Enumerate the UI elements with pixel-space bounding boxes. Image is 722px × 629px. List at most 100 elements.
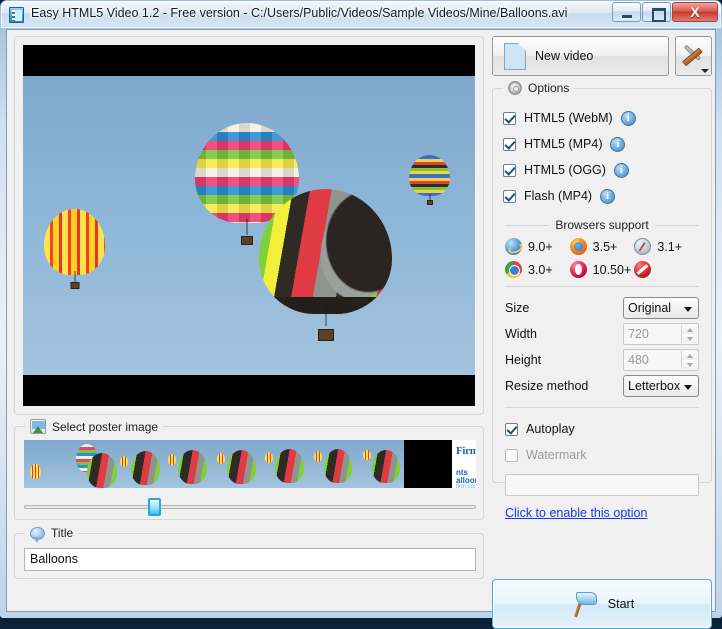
client-area: Select poster image (6, 29, 716, 612)
option-label-ogg: HTML5 (OGG) (524, 163, 606, 177)
browser-row: 3.0+ 10.50+ (505, 261, 699, 278)
info-icon-flash[interactable]: i (600, 189, 615, 204)
options-group-legend: Options (503, 81, 574, 95)
close-button[interactable]: X (672, 2, 718, 22)
document-icon (504, 43, 526, 70)
height-spin-buttons[interactable] (681, 351, 697, 369)
gear-icon (508, 81, 522, 95)
resize-method-select[interactable]: Letterbox (623, 375, 699, 397)
end-card-line6: firm.com (456, 484, 476, 488)
resize-method-row: Resize method Letterbox (493, 373, 711, 399)
app-icon (9, 7, 24, 23)
resize-method-value: Letterbox (628, 379, 680, 393)
browser-chrome: 3.0+ (505, 261, 570, 278)
width-label: Width (505, 327, 623, 341)
filmstrip-frame[interactable] (261, 440, 309, 488)
width-value: 720 (628, 327, 649, 341)
checkbox-flash-mp4[interactable] (503, 190, 516, 203)
internet-explorer-icon (505, 238, 522, 255)
height-label: Height (505, 353, 623, 367)
poster-group-legend: Select poster image (25, 419, 163, 434)
options-group: Options HTML5 (WebM) i HTML5 (MP4) i HTM… (492, 88, 712, 483)
divider (505, 286, 699, 287)
chrome-icon (505, 261, 522, 278)
new-video-button[interactable]: New video (492, 36, 669, 76)
height-stepper[interactable]: 480 (623, 349, 699, 371)
option-label-webm: HTML5 (WebM) (524, 111, 613, 125)
slider-track (24, 505, 476, 509)
option-row-webm[interactable]: HTML5 (WebM) i (493, 105, 711, 131)
minimize-button[interactable] (612, 2, 641, 22)
size-label: Size (505, 301, 623, 315)
checkbox-html5-webm[interactable] (503, 112, 516, 125)
spin-down-icon[interactable] (682, 360, 697, 369)
watermark-label: Watermark (526, 448, 587, 462)
browser-version-opera: 10.50+ (593, 263, 632, 277)
width-spin-buttons[interactable] (681, 325, 697, 343)
new-video-label: New video (535, 49, 593, 63)
filmstrip-frame[interactable] (24, 440, 70, 488)
width-row: Width 720 (493, 321, 711, 347)
checkbox-autoplay[interactable] (505, 423, 518, 436)
resize-method-label: Resize method (505, 379, 623, 393)
end-card-brand: Firm (456, 445, 476, 457)
browser-internet-explorer: 9.0+ (505, 238, 570, 255)
speech-bubble-icon (30, 527, 45, 540)
info-icon-ogg[interactable]: i (614, 163, 629, 178)
checkbox-html5-mp4[interactable] (503, 138, 516, 151)
filmstrip-frame[interactable] (70, 440, 117, 488)
autoplay-row[interactable]: Autoplay (493, 416, 711, 442)
filmstrip-frame[interactable] (213, 440, 261, 488)
title-input[interactable]: Balloons (24, 548, 476, 571)
poster-filmstrip[interactable]: Firm nts alloons firm.com Firm nts alloo… (24, 440, 476, 488)
options-legend-label: Options (528, 81, 569, 95)
info-icon-webm[interactable]: i (621, 111, 636, 126)
option-row-mp4[interactable]: HTML5 (MP4) i (493, 131, 711, 157)
slider-thumb[interactable] (148, 498, 161, 516)
tools-button[interactable] (675, 36, 712, 76)
size-select[interactable]: Original (623, 297, 699, 319)
browser-row: 9.0+ 3.5+ 3.1+ (505, 238, 699, 255)
letterbox-bar-bottom (23, 375, 475, 406)
browser-safari: 3.1+ (634, 238, 699, 255)
poster-slider[interactable] (24, 498, 476, 516)
divider (505, 407, 699, 408)
start-label: Start (608, 597, 634, 611)
firefox-icon (570, 238, 587, 255)
option-row-flash[interactable]: Flash (MP4) i (493, 183, 711, 209)
filmstrip-frame[interactable]: Firm nts alloons firm.com (452, 440, 476, 488)
checkbox-html5-ogg[interactable] (503, 164, 516, 177)
watermark-input (505, 474, 699, 496)
enable-watermark-link[interactable]: Click to enable this option (505, 506, 647, 520)
filmstrip-frame[interactable] (357, 440, 404, 488)
image-icon (30, 419, 46, 434)
close-icon: X (673, 3, 717, 21)
maximize-button[interactable] (642, 2, 671, 22)
browsers-support-legend: Browsers support (505, 218, 699, 232)
width-stepper[interactable]: 720 (623, 323, 699, 345)
title-bar: Easy HTML5 Video 1.2 - Free version - C:… (1, 1, 721, 28)
filmstrip-frame[interactable] (309, 440, 357, 488)
height-value: 480 (628, 353, 649, 367)
title-group-legend: Title (25, 526, 78, 540)
chevron-down-icon (684, 307, 692, 312)
spin-down-icon[interactable] (682, 334, 697, 343)
browsers-legend-label: Browsers support (555, 218, 648, 232)
opera-icon (570, 261, 587, 278)
filmstrip-frame[interactable] (165, 440, 213, 488)
checkbox-watermark (505, 449, 518, 462)
filmstrip-frame[interactable] (404, 440, 452, 488)
browser-version-firefox: 3.5+ (593, 240, 618, 254)
spin-up-icon[interactable] (682, 351, 697, 360)
browser-version-ie: 9.0+ (528, 240, 553, 254)
left-panel: Select poster image (14, 36, 484, 579)
start-button[interactable]: Start (492, 579, 712, 629)
spin-up-icon[interactable] (682, 325, 697, 334)
video-preview[interactable] (23, 45, 475, 406)
title-legend-label: Title (51, 526, 73, 540)
option-row-ogg[interactable]: HTML5 (OGG) i (493, 157, 711, 183)
info-icon-mp4[interactable]: i (610, 137, 625, 152)
chevron-down-icon (701, 69, 709, 73)
filmstrip-frame[interactable] (117, 440, 165, 488)
application-window: Easy HTML5 Video 1.2 - Free version - C:… (0, 0, 722, 618)
